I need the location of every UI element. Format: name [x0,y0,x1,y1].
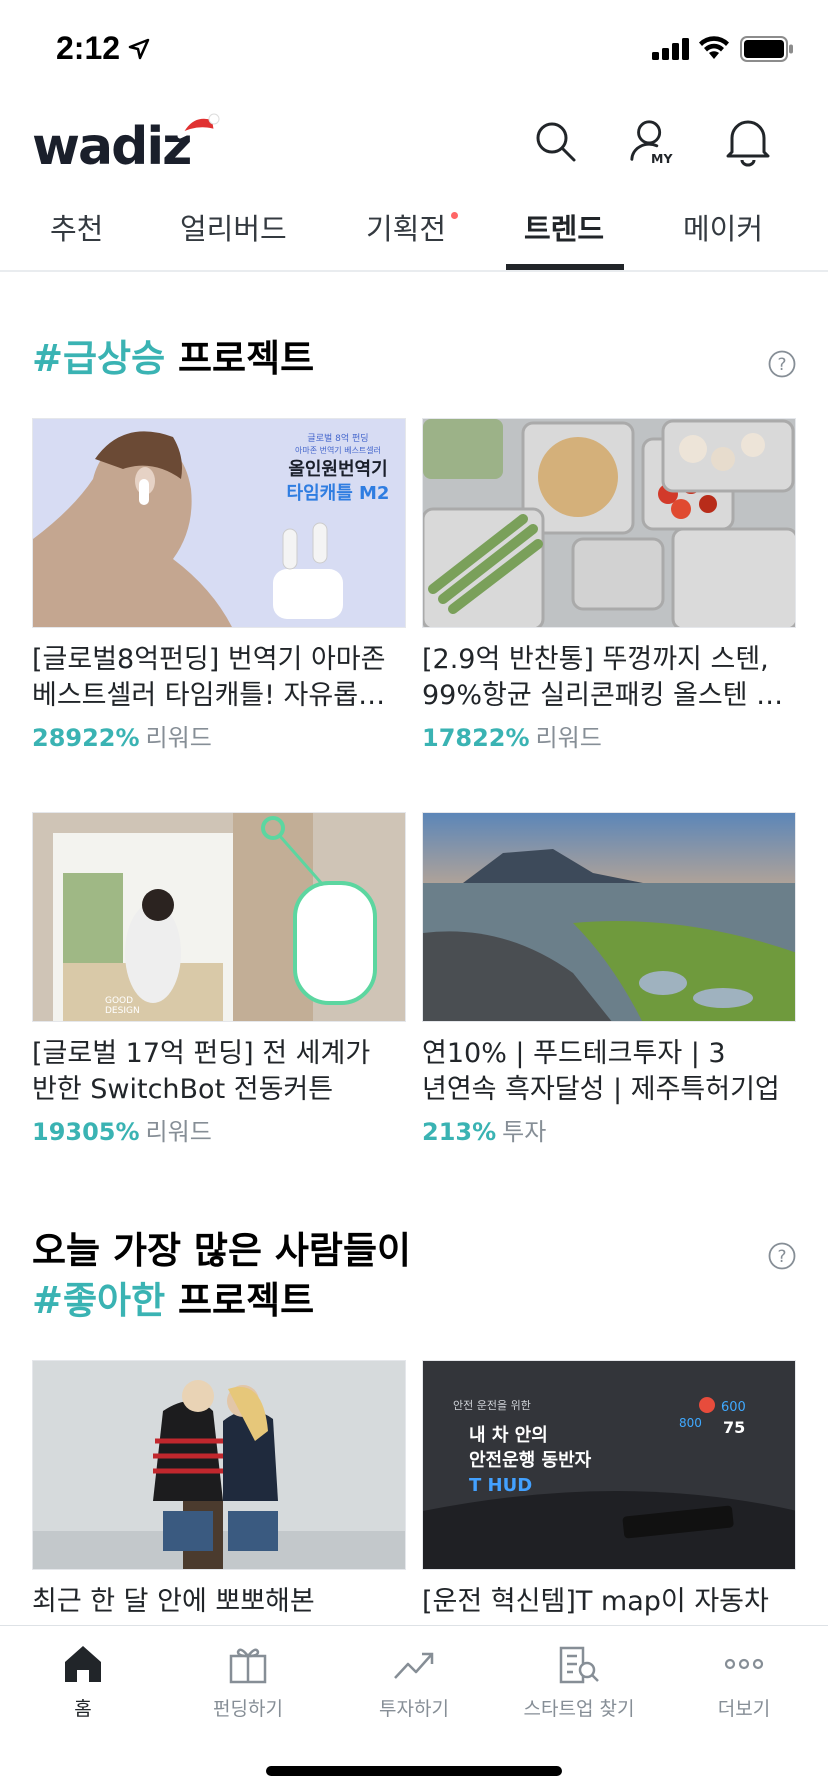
home-indicator[interactable] [266,1766,562,1776]
title-line: [2.9억 반찬통] 뚜껑까지 스텐, [422,644,769,675]
title-line: 연10% | 푸드테크투자 | 3 [422,1038,726,1069]
achievement-rate: 17822% [422,724,530,752]
hud-speed-b: 800 [679,1416,702,1430]
project-type: 리워드 [535,724,602,752]
project-title[interactable]: [글로벌 17억 펀딩] 전 세계가 반한 SwitchBot 전동커튼 [32,1036,406,1108]
nav-invest[interactable]: 투자하기 [339,1642,489,1721]
active-tab-indicator [506,264,624,270]
good-design-mark: DESIGN [105,1006,140,1016]
achievement-rate: 213% [422,1118,497,1146]
help-icon[interactable]: ? [768,350,796,378]
project-title[interactable]: 연10% | 푸드테크투자 | 3 년연속 흑자달성 | 제주특허기업 [422,1036,796,1108]
promo-line4: 타임캐틀 M2 [287,483,390,504]
new-indicator-dot [451,212,458,219]
svg-text:?: ? [777,355,786,375]
section-title-rising: #급상승 프로젝트 [32,334,314,384]
project-title[interactable]: [2.9억 반찬통] 뚜껑까지 스텐, 99%항균 실리콘패킹 올스텐 밀폐용기 [422,642,796,714]
hud-promo-line1: 안전 운전을 위한 [453,1399,531,1412]
funding-stats: 28922% 리워드 [32,718,212,753]
section-title-hash: #좋아한 [32,1279,166,1322]
location-arrow-icon [128,38,150,60]
title-line: [운전 혁신템]T map이 자동차 [422,1586,769,1617]
project-type: 리워드 [145,1118,212,1146]
section-title-rest: 프로젝트 [178,337,315,380]
title-line: 99%항균 실리콘패킹 올스텐 밀폐용기 [422,680,796,711]
hud-promo-line3: 안전운행 동반자 [469,1450,592,1471]
project-thumbnail[interactable]: 글로벌 8억 펀딩 아마존 번역기 베스트셀러 올인원번역기 타임캐틀 M2 [32,418,406,628]
hud-speed-c: 75 [723,1418,745,1437]
project-type: 리워드 [145,724,212,752]
section-title-hash: #급상승 [32,337,166,380]
category-tabs: 추천 얼리버드 기획전 트렌드 메이커 [0,200,828,272]
nav-find-startup[interactable]: 스타트업 찾기 [504,1642,654,1721]
project-thumbnail[interactable] [422,418,796,628]
title-line: [글로벌 17억 펀딩] 전 세계가 [32,1038,371,1069]
project-thumbnail[interactable] [422,812,796,1022]
nav-label: 투자하기 [379,1698,449,1720]
tab-recommend[interactable]: 추천 [50,206,103,248]
nav-funding[interactable]: 펀딩하기 [173,1642,323,1721]
home-icon [65,1646,101,1682]
building-search-icon [559,1646,599,1684]
project-thumbnail[interactable]: GOOD DESIGN [32,812,406,1022]
title-line: 베스트셀러 타임캐틀! 자유롭게 소통하세요 [32,680,406,711]
battery-icon [740,36,793,62]
hud-promo-line2: 내 차 안의 [469,1425,548,1446]
svg-text:MY: MY [651,151,673,166]
project-thumbnail[interactable]: 안전 운전을 위한 내 차 안의 안전운행 동반자 T HUD 600 800 … [422,1360,796,1570]
achievement-rate: 19305% [32,1118,140,1146]
wadiz-logo[interactable]: wadiz [32,106,222,170]
hud-promo-line4: T HUD [469,1475,532,1496]
nav-label: 더보기 [717,1698,771,1720]
more-dots-icon [724,1658,764,1670]
nav-label: 스타트업 찾기 [523,1698,635,1720]
good-design-mark: GOOD [105,996,133,1006]
trending-up-icon [394,1652,434,1679]
app-header: wadiz MY [0,100,828,192]
tab-trend[interactable]: 트렌드 [524,206,604,248]
nav-label: 홈 [74,1698,92,1720]
gift-box-icon [229,1648,267,1684]
promo-line3: 올인원번역기 [288,459,387,480]
hud-speed-a: 600 [721,1400,746,1415]
title-line: 년연속 흑자달성 | 제주특허기업 [422,1074,780,1105]
funding-stats: 17822% 리워드 [422,718,602,753]
tab-early-bird[interactable]: 얼리버드 [180,206,287,248]
status-bar: 2:12 [0,0,828,100]
tab-maker[interactable]: 메이커 [683,206,763,248]
help-icon[interactable]: ? [768,1242,796,1270]
cellular-signal-icon [652,38,689,60]
my-page-icon[interactable]: MY [628,114,676,170]
project-type: 투자 [502,1118,547,1146]
title-line: 반한 SwitchBot 전동커튼 [32,1074,334,1105]
promo-line2: 아마존 번역기 베스트셀러 [295,445,381,455]
title-line: 최근 한 달 안에 뽀뽀해본 [32,1586,315,1617]
section-title-rest: 프로젝트 [178,1279,315,1322]
tab-exhibition[interactable]: 기획전 [366,206,446,248]
project-title[interactable]: [글로벌8억펀딩] 번역기 아마존 베스트셀러 타임캐틀! 자유롭게 소통하세요 [32,642,406,714]
status-time: 2:12 [56,30,121,66]
nav-more[interactable]: 더보기 [669,1642,819,1721]
section-title-line1: 오늘 가장 많은 사람들이 [32,1229,412,1272]
search-icon[interactable] [532,114,580,170]
title-line: [글로벌8억펀딩] 번역기 아마존 [32,644,386,675]
nav-label: 펀딩하기 [213,1698,283,1720]
project-thumbnail[interactable] [32,1360,406,1570]
logo-text: wadiz [32,117,190,170]
section-title-most-liked: 오늘 가장 많은 사람들이 #좋아한 프로젝트 [32,1226,411,1326]
achievement-rate: 28922% [32,724,140,752]
nav-home[interactable]: 홈 [8,1642,158,1721]
funding-stats: 19305% 리워드 [32,1112,212,1147]
funding-stats: 213% 투자 [422,1112,546,1147]
notification-bell-icon[interactable] [724,114,772,170]
promo-line1: 글로벌 8억 펀딩 [307,432,368,444]
wifi-icon [699,36,729,59]
svg-text:?: ? [777,1247,786,1267]
